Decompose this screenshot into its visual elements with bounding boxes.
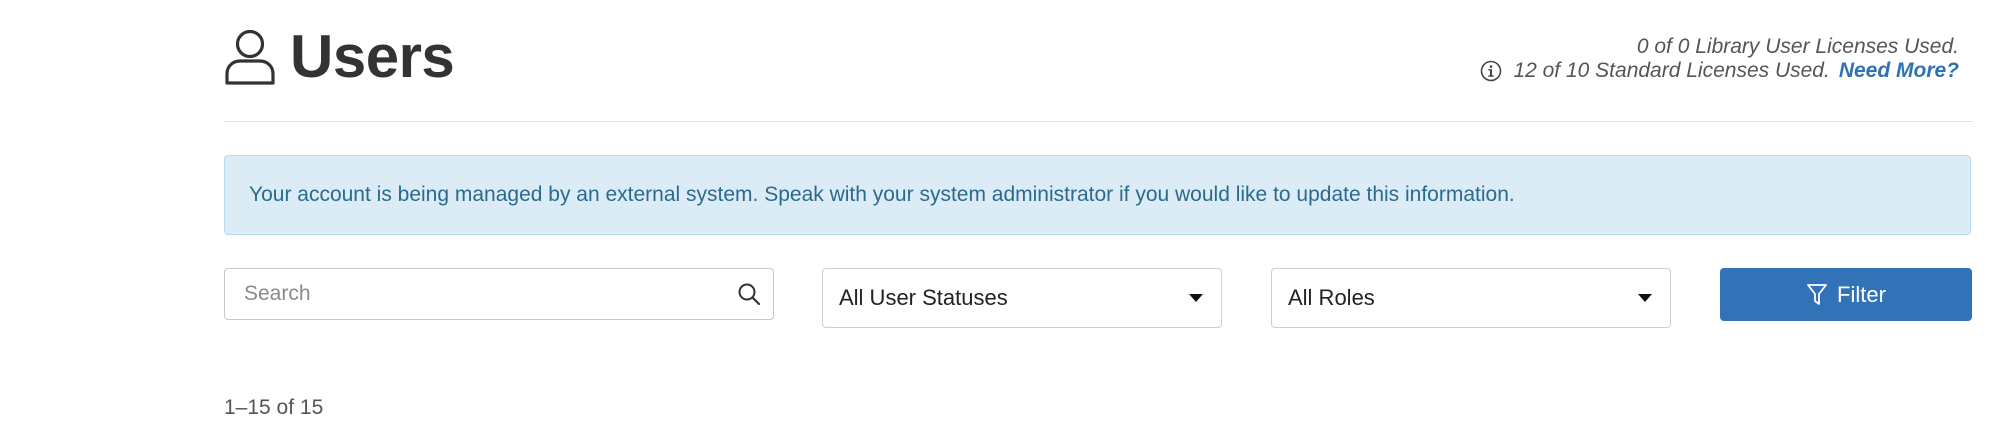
standard-licenses-text: 12 of 10 Standard Licenses Used. bbox=[1513, 59, 1830, 82]
pagination-summary: 1–15 of 15 bbox=[224, 396, 324, 419]
search-field bbox=[224, 268, 774, 320]
library-licenses-text: 0 of 0 Library User Licenses Used. bbox=[1636, 35, 1959, 58]
caret-down-icon bbox=[1189, 294, 1203, 302]
page-header: Users 0 of 0 Library User Licenses Used.… bbox=[224, 20, 1973, 120]
filter-button[interactable]: Filter bbox=[1720, 268, 1972, 321]
alert-message: Your account is being managed by an exte… bbox=[249, 183, 1515, 206]
license-summary: 0 of 0 Library User Licenses Used. 12 of… bbox=[1480, 35, 1959, 83]
info-icon bbox=[1481, 60, 1502, 82]
need-more-link[interactable]: Need More? bbox=[1839, 59, 1959, 83]
caret-down-icon bbox=[1638, 294, 1652, 302]
external-management-alert: Your account is being managed by an exte… bbox=[224, 155, 1971, 235]
roles-selected: All Roles bbox=[1288, 285, 1375, 310]
search-input[interactable] bbox=[225, 269, 773, 319]
user-status-select[interactable]: All User Statuses bbox=[822, 268, 1222, 328]
user-status-selected: All User Statuses bbox=[839, 285, 1008, 310]
page-title: Users bbox=[290, 23, 455, 90]
header-divider bbox=[224, 121, 1973, 122]
filter-icon bbox=[1807, 283, 1827, 305]
search-icon[interactable] bbox=[737, 282, 761, 306]
roles-select[interactable]: All Roles bbox=[1271, 268, 1671, 328]
user-icon bbox=[225, 29, 275, 85]
filter-button-label: Filter bbox=[1837, 281, 1886, 307]
users-page: Users 0 of 0 Library User Licenses Used.… bbox=[0, 0, 1999, 424]
standard-licenses-row: 12 of 10 Standard Licenses Used. Need Mo… bbox=[1480, 59, 1959, 83]
title-group: Users bbox=[224, 23, 455, 90]
